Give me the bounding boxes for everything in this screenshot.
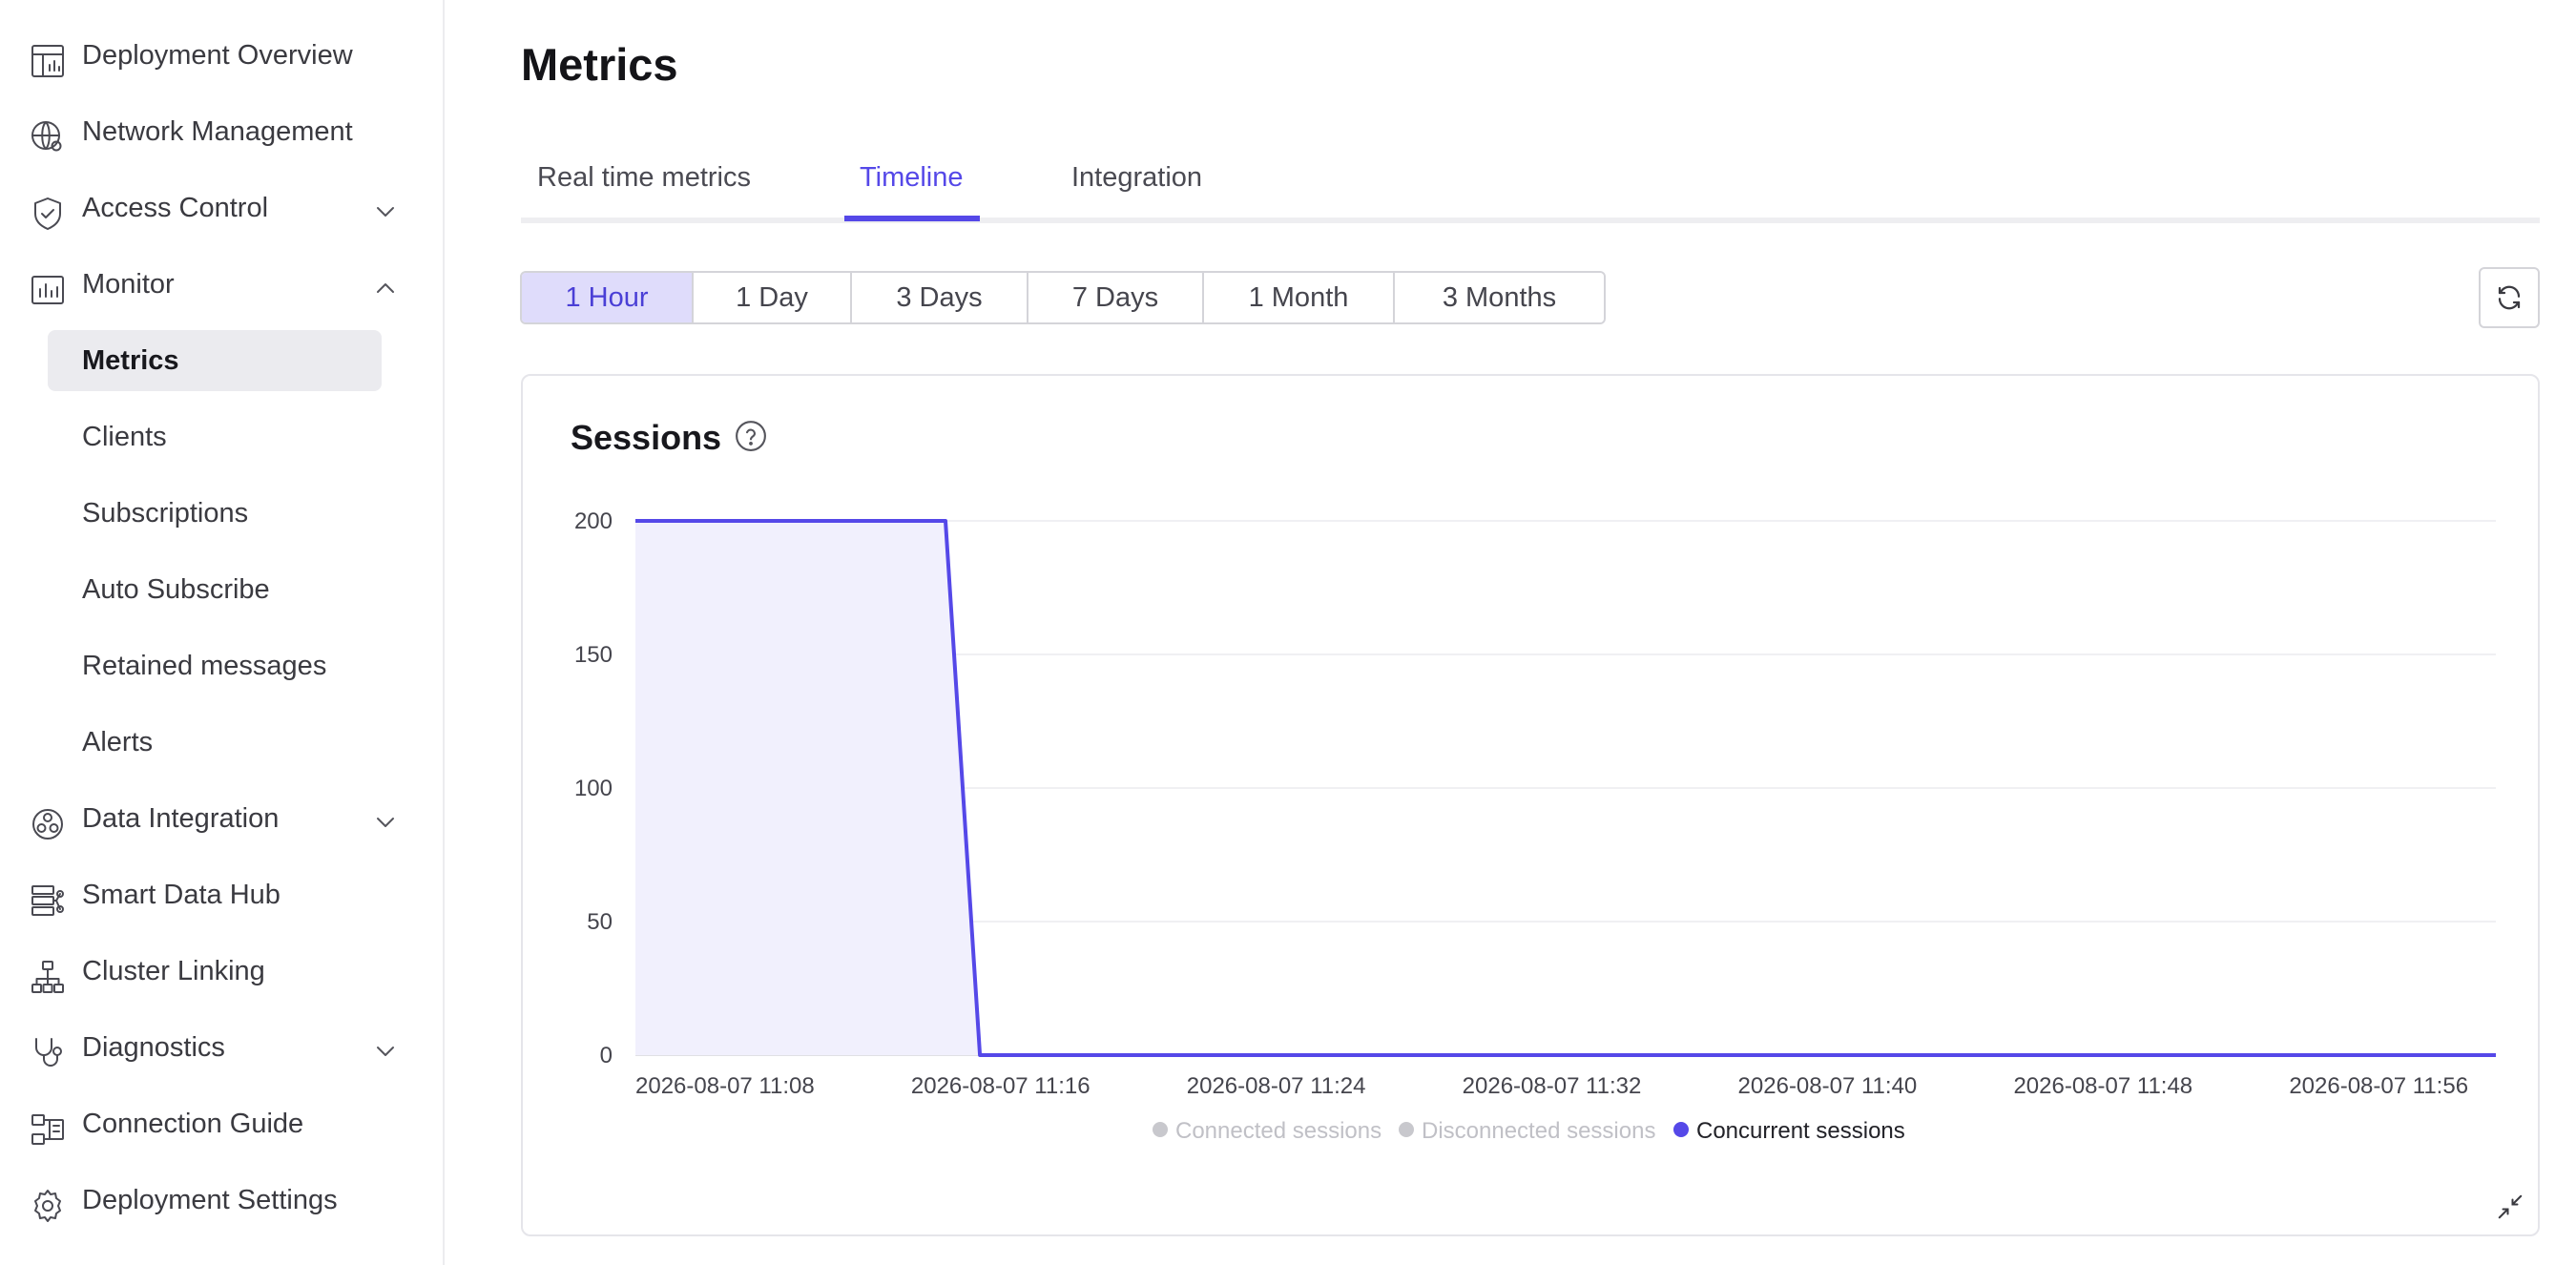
x-tick-label: 2026-08-07 11:24 — [1187, 1073, 1366, 1099]
sidebar-item-label: Deployment Overview — [82, 39, 353, 71]
sidebar-item-label: Deployment Settings — [82, 1184, 338, 1215]
sidebar-subitem-label: Clients — [82, 422, 167, 452]
data-hub-icon — [29, 881, 67, 920]
chevron-down-icon[interactable] — [372, 1038, 399, 1065]
sidebar-subitem-label: Alerts — [82, 727, 154, 757]
data-integration-icon — [29, 805, 67, 843]
y-tick-label: 0 — [600, 1043, 613, 1068]
legend-item[interactable]: Connected sessions — [1153, 1118, 1381, 1144]
legend-label: Disconnected sessions — [1422, 1118, 1655, 1144]
sidebar-subitem-alerts[interactable]: Alerts — [48, 712, 382, 773]
tab-timeline[interactable]: Timeline — [860, 162, 964, 194]
tab-real-time-metrics[interactable]: Real time metrics — [537, 162, 751, 194]
sidebar-subitem-retained-messages[interactable]: Retained messages — [48, 635, 382, 696]
sessions-chart-card: Sessions 0 50 100 150 200 2026-08-07 11:08 202… — [521, 374, 2540, 1236]
legend-marker — [1399, 1122, 1414, 1137]
sidebar-item-smart-data-hub[interactable]: Smart Data Hub — [0, 864, 445, 925]
sidebar-item-label: Cluster Linking — [82, 955, 265, 986]
sidebar: Deployment Overview Network Management Acc… — [0, 0, 445, 1265]
chevron-down-icon[interactable] — [372, 809, 399, 836]
range-7-days-button[interactable]: 7 Days — [1028, 273, 1204, 322]
sidebar-item-label: Smart Data Hub — [82, 879, 280, 910]
sidebar-item-label: Diagnostics — [82, 1031, 225, 1063]
sidebar-item-diagnostics[interactable]: Diagnostics — [0, 1017, 445, 1078]
x-tick-label: 2026-08-07 11:40 — [1738, 1073, 1918, 1099]
sidebar-item-data-integration[interactable]: Data Integration — [0, 788, 445, 849]
sidebar-item-label: Access Control — [82, 192, 269, 223]
time-range-selector: 1 Hour 1 Day 3 Days 7 Days 1 Month 3 Mon… — [520, 271, 1606, 324]
range-3-days-button[interactable]: 3 Days — [852, 273, 1028, 322]
sidebar-item-access-control[interactable]: Access Control — [0, 177, 445, 238]
sidebar-item-connection-guide[interactable]: Connection Guide — [0, 1093, 445, 1154]
sidebar-subitem-clients[interactable]: Clients — [48, 406, 382, 467]
gear-icon — [29, 1187, 67, 1225]
connection-guide-icon — [29, 1110, 67, 1149]
refresh-icon — [2498, 285, 2521, 310]
sidebar-subitem-label: Auto Subscribe — [82, 574, 270, 605]
x-tick-label: 2026-08-07 11:48 — [2013, 1073, 2192, 1099]
x-tick-label: 2026-08-07 11:16 — [911, 1073, 1091, 1099]
range-1-day-button[interactable]: 1 Day — [694, 273, 852, 322]
legend-item[interactable]: Disconnected sessions — [1399, 1118, 1655, 1144]
x-tick-label: 2026-08-07 11:32 — [1463, 1073, 1642, 1099]
sidebar-item-label: Connection Guide — [82, 1108, 304, 1139]
legend-marker — [1153, 1122, 1168, 1137]
active-tab-indicator — [844, 216, 980, 221]
legend-label: Concurrent sessions — [1696, 1118, 1905, 1144]
x-tick-label: 2026-08-07 11:08 — [635, 1073, 815, 1099]
sidebar-subitem-auto-subscribe[interactable]: Auto Subscribe — [48, 559, 382, 620]
shield-check-icon — [29, 195, 67, 233]
range-1-hour-button[interactable]: 1 Hour — [522, 273, 694, 322]
globe-network-icon — [29, 118, 67, 156]
legend-label: Connected sessions — [1175, 1118, 1381, 1144]
stethoscope-icon — [29, 1034, 67, 1072]
page-title: Metrics — [521, 39, 678, 90]
range-1-month-button[interactable]: 1 Month — [1204, 273, 1395, 322]
sessions-chart: 0 50 100 150 200 2026-08-07 11:08 2026-08-07 1… — [574, 508, 2496, 1144]
y-tick-label: 150 — [574, 642, 613, 668]
sidebar-item-monitor[interactable]: Monitor — [0, 254, 445, 315]
sidebar-item-label: Monitor — [82, 268, 175, 300]
y-tick-label: 200 — [574, 508, 613, 534]
sidebar-item-deployment-settings[interactable]: Deployment Settings — [0, 1170, 445, 1231]
legend-item[interactable]: Concurrent sessions — [1673, 1118, 1905, 1144]
y-tick-label: 100 — [574, 776, 613, 801]
sidebar-subitem-metrics[interactable]: Metrics — [48, 330, 382, 391]
chevron-down-icon[interactable] — [372, 198, 399, 225]
sidebar-item-network-management[interactable]: Network Management — [0, 101, 445, 162]
tab-integration[interactable]: Integration — [1071, 162, 1202, 194]
y-tick-label: 50 — [587, 909, 613, 935]
sidebar-item-cluster-linking[interactable]: Cluster Linking — [0, 941, 445, 1002]
monitor-chart-icon — [29, 271, 67, 309]
dashboard-icon — [29, 42, 67, 80]
sidebar-item-label: Data Integration — [82, 802, 280, 834]
sidebar-subitem-label: Retained messages — [82, 651, 327, 681]
sidebar-subitem-label: Metrics — [82, 345, 179, 376]
legend-marker — [1673, 1122, 1689, 1137]
cluster-linking-icon — [29, 958, 67, 996]
chevron-up-icon[interactable] — [372, 275, 399, 301]
x-tick-label: 2026-08-07 11:56 — [2289, 1073, 2468, 1099]
sidebar-item-label: Network Management — [82, 115, 353, 147]
sidebar-subitem-label: Subscriptions — [82, 498, 249, 529]
collapse-icon[interactable] — [2496, 1192, 2524, 1221]
sidebar-item-deployment-overview[interactable]: Deployment Overview — [0, 25, 445, 86]
sidebar-subitem-subscriptions[interactable]: Subscriptions — [48, 483, 382, 544]
refresh-button[interactable] — [2479, 267, 2540, 328]
metrics-tabs: Real time metrics Timeline Integration — [521, 153, 2540, 223]
range-3-months-button[interactable]: 3 Months — [1395, 273, 1604, 322]
